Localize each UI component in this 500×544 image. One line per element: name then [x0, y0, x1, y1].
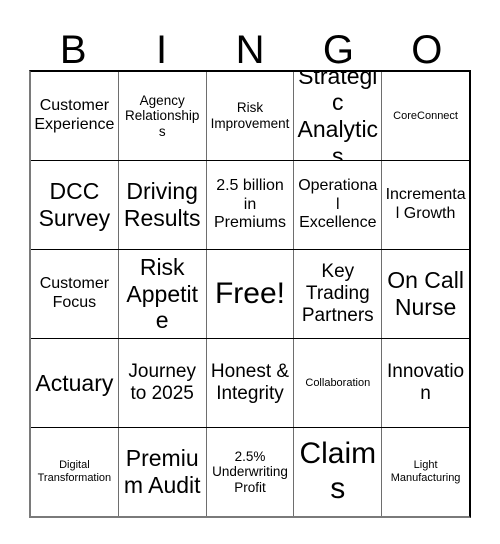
header-letter-b: B [59, 28, 87, 72]
bingo-cell[interactable]: 2.5 billion in Premiums [205, 161, 294, 249]
bingo-cell[interactable]: Light Manufacturing [381, 428, 469, 516]
bingo-card: B I N G O Customer Experience Agency Rel… [29, 20, 471, 518]
bingo-row: Customer Focus Risk Appetite Free! Key T… [31, 249, 469, 338]
bingo-cell[interactable]: On Call Nurse [381, 250, 469, 338]
bingo-cell[interactable]: Key Trading Partners [293, 250, 381, 338]
bingo-cell-free-space[interactable]: Free! [205, 250, 294, 338]
bingo-cell[interactable]: Incremental Growth [381, 161, 469, 249]
bingo-grid: Customer Experience Agency Relationships… [29, 70, 471, 518]
bingo-cell[interactable]: Digital Transformation [31, 428, 118, 516]
bingo-row: Digital Transformation Premium Audit 2.5… [31, 427, 469, 516]
bingo-cell[interactable]: DCC Survey [31, 161, 118, 249]
bingo-cell[interactable]: Agency Relationships [117, 72, 206, 160]
bingo-cell[interactable]: Honest & Integrity [205, 339, 294, 427]
bingo-row: DCC Survey Driving Results 2.5 billion i… [31, 160, 469, 249]
bingo-cell[interactable]: Risk Improvement [205, 72, 294, 160]
header-letter-n: N [235, 28, 265, 72]
bingo-header: B I N G O [29, 20, 471, 70]
bingo-cell[interactable]: Driving Results [117, 161, 206, 249]
bingo-cell[interactable]: 2.5% Underwriting Profit [205, 428, 294, 516]
bingo-cell[interactable]: Collaboration [293, 339, 381, 427]
bingo-row: Actuary Journey to 2025 Honest & Integri… [31, 338, 469, 427]
bingo-cell[interactable]: Innovation [381, 339, 469, 427]
bingo-cell[interactable]: Operational Excellence [293, 161, 381, 249]
bingo-cell[interactable]: Risk Appetite [117, 250, 206, 338]
bingo-cell[interactable]: Journey to 2025 [117, 339, 206, 427]
header-letter-o: O [411, 28, 443, 72]
header-letter-g: G [322, 28, 354, 72]
bingo-cell[interactable]: Actuary [31, 339, 118, 427]
bingo-cell[interactable]: Customer Experience [31, 72, 118, 160]
bingo-cell[interactable]: Strategic Analytics [293, 72, 381, 160]
bingo-cell[interactable]: CoreConnect [381, 72, 469, 160]
bingo-row: Customer Experience Agency Relationships… [31, 72, 469, 160]
bingo-cell[interactable]: Claims [293, 428, 381, 516]
bingo-cell[interactable]: Premium Audit [117, 428, 206, 516]
header-letter-i: I [156, 28, 168, 72]
bingo-cell[interactable]: Customer Focus [31, 250, 118, 338]
